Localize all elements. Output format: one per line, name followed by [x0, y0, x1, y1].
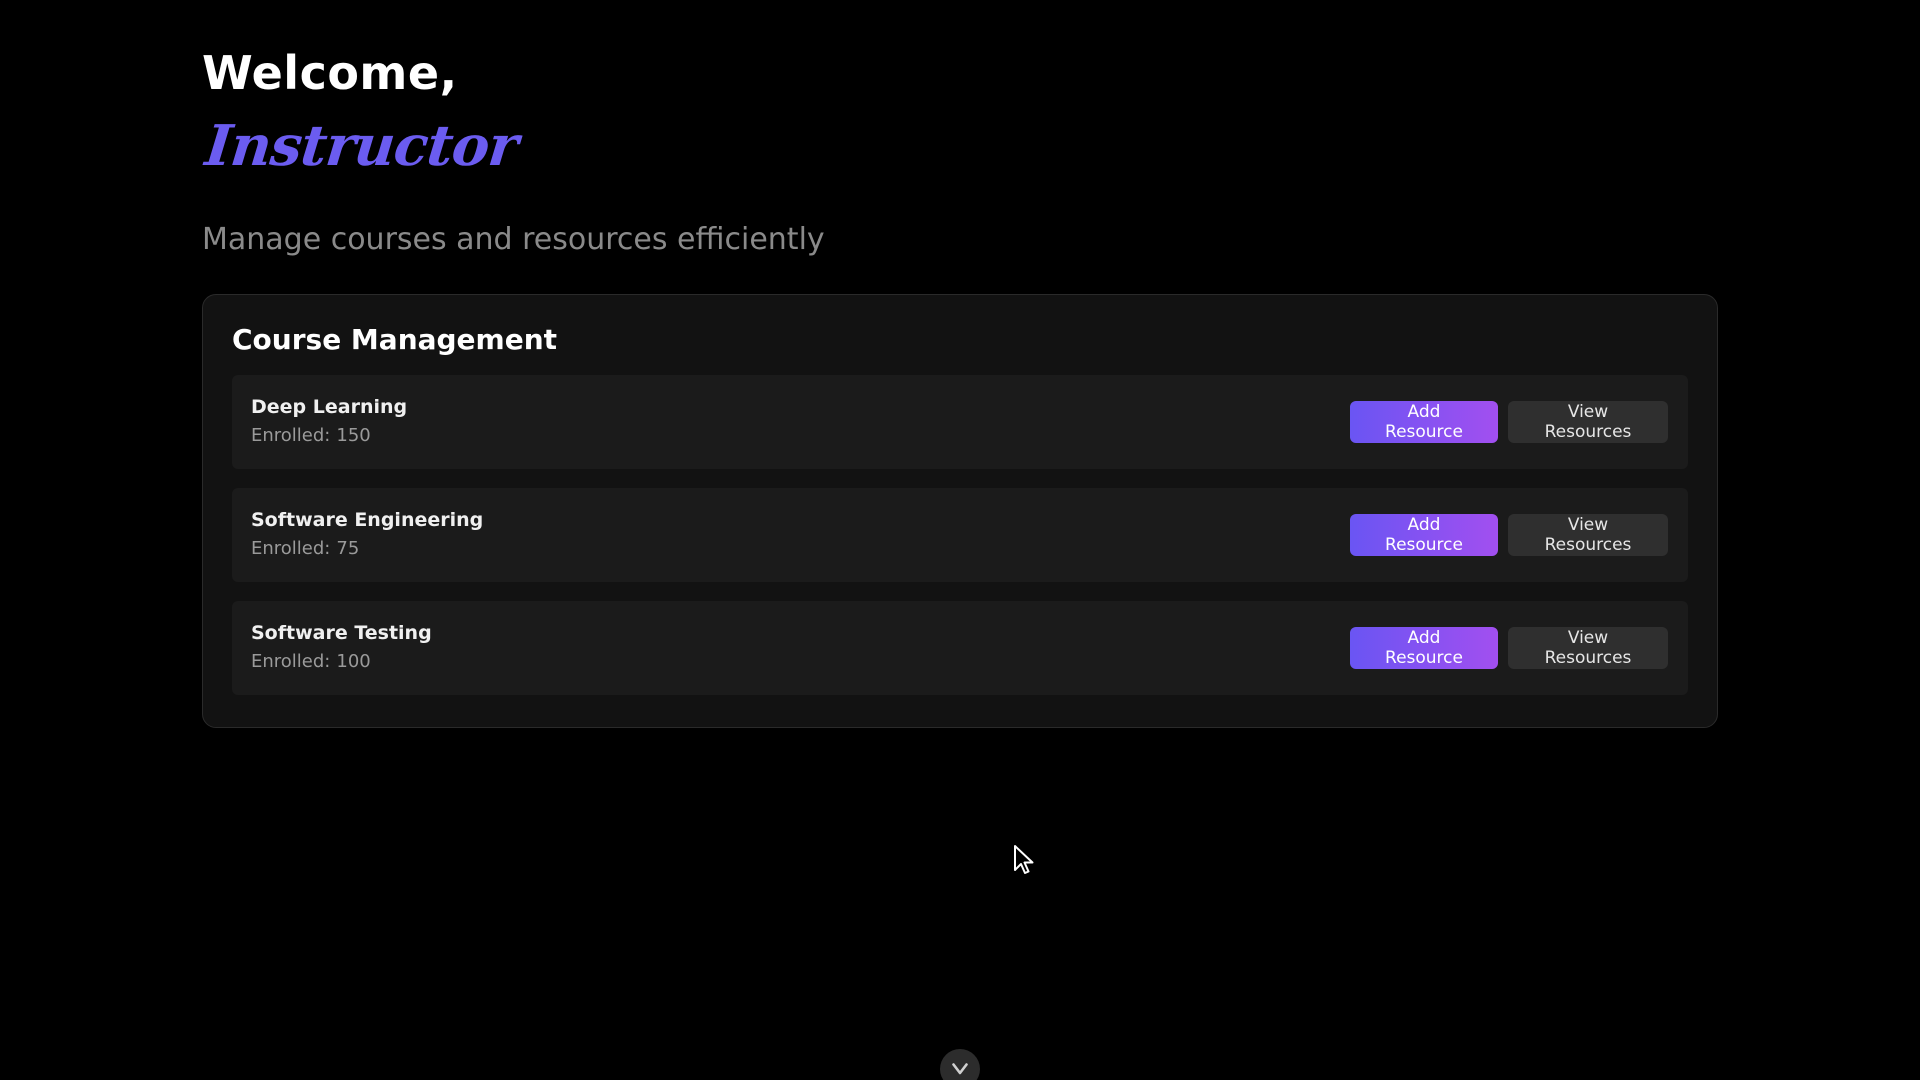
panel-title: Course Management — [232, 323, 558, 356]
enrolled-count: 100 — [336, 651, 371, 672]
course-row: Software Testing Enrolled: 100 Add Resour… — [232, 601, 1688, 695]
course-info: Software Testing Enrolled: 100 — [251, 619, 432, 677]
enrolled-label: Enrolled: — [251, 651, 331, 672]
enrolled-count: 75 — [336, 538, 360, 559]
course-actions: Add Resource View Resources — [1350, 514, 1668, 556]
course-enrolled: Enrolled: 75 — [251, 534, 483, 564]
add-resource-button[interactable]: Add Resource — [1350, 401, 1498, 443]
view-resources-button[interactable]: View Resources — [1508, 627, 1668, 669]
course-info: Software Engineering Enrolled: 75 — [251, 506, 483, 564]
enrolled-count: 150 — [336, 425, 371, 446]
enrolled-label: Enrolled: — [251, 538, 331, 559]
course-management-panel: Course Management Deep Learning Enrolled… — [202, 294, 1718, 728]
course-name: Software Engineering — [251, 509, 484, 531]
page-subtitle: Manage courses and resources efficiently — [202, 222, 825, 257]
course-enrolled: Enrolled: 100 — [251, 647, 432, 677]
view-resources-button[interactable]: View Resources — [1508, 514, 1668, 556]
course-actions: Add Resource View Resources — [1350, 627, 1668, 669]
course-name: Deep Learning — [251, 396, 408, 418]
view-resources-button[interactable]: View Resources — [1508, 401, 1668, 443]
add-resource-button[interactable]: Add Resource — [1350, 514, 1498, 556]
course-name: Software Testing — [251, 622, 432, 644]
course-row: Deep Learning Enrolled: 150 Add Resource … — [232, 375, 1688, 469]
add-resource-button[interactable]: Add Resource — [1350, 627, 1498, 669]
course-actions: Add Resource View Resources — [1350, 401, 1668, 443]
course-enrolled: Enrolled: 150 — [251, 421, 407, 451]
hero-section: Welcome, Instructor Manage courses and r… — [202, 40, 1718, 260]
welcome-heading: Welcome, — [202, 46, 458, 100]
course-info: Deep Learning Enrolled: 150 — [251, 393, 407, 451]
role-heading: Instructor — [202, 113, 521, 179]
page: Welcome, Instructor Manage courses and r… — [0, 0, 1920, 1080]
chevron-down-icon — [952, 1063, 968, 1075]
mouse-cursor-icon — [1013, 844, 1035, 876]
scroll-down-button[interactable] — [940, 1049, 980, 1080]
enrolled-label: Enrolled: — [251, 425, 331, 446]
course-row: Software Engineering Enrolled: 75 Add Res… — [232, 488, 1688, 582]
